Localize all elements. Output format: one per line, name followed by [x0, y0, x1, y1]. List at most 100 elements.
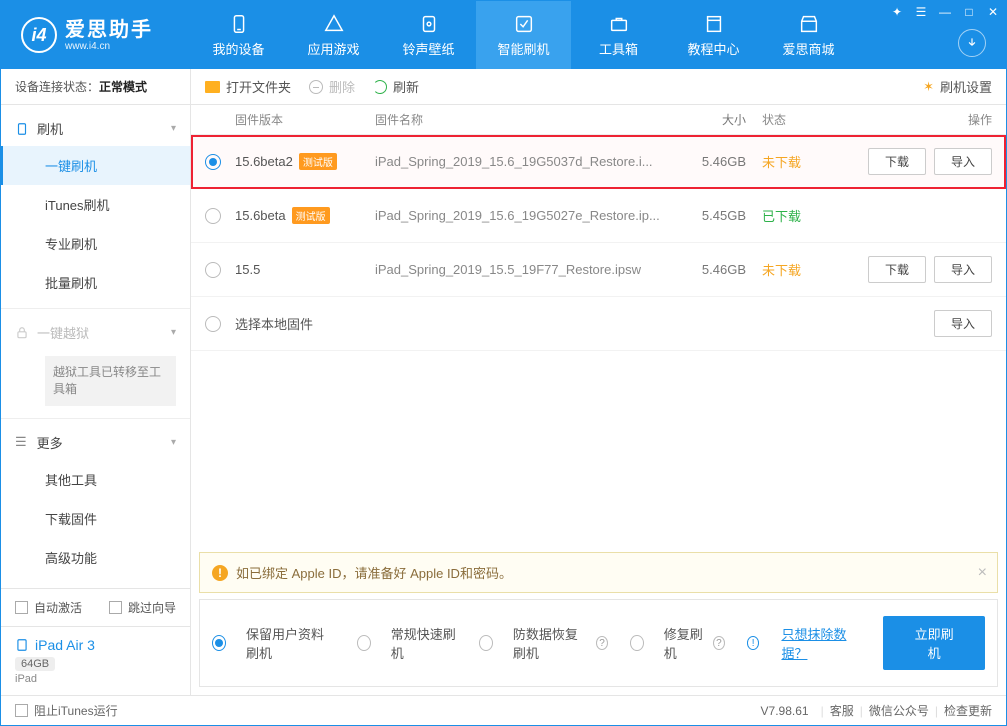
app-header: i4 爱思助手 www.i4.cn 我的设备 应用游戏 铃声壁纸 智能刷机 工具…: [1, 1, 1006, 69]
warning-icon: !: [212, 565, 228, 581]
option-radio[interactable]: [212, 635, 226, 651]
footer: 阻止iTunes运行 V7.98.61 |客服|微信公众号|检查更新: [1, 695, 1006, 725]
window-control[interactable]: ✕: [986, 5, 1000, 19]
nav-device[interactable]: 我的设备: [191, 1, 286, 69]
open-folder-button[interactable]: 打开文件夹: [205, 77, 291, 96]
sidebar-item-flash-3[interactable]: 批量刷机: [1, 263, 190, 302]
main-panel: 打开文件夹 删除 刷新 ✶ 刷机设置 固件版本 固件名称 大小 状态 操作 15: [191, 69, 1006, 695]
beta-badge: 测试版: [299, 153, 337, 170]
book-icon: [703, 13, 725, 35]
status-badge: 已下载: [762, 206, 842, 225]
sidebar-item-flash-2[interactable]: 专业刷机: [1, 224, 190, 263]
nav-book[interactable]: 教程中心: [666, 1, 761, 69]
device-icon: [228, 13, 250, 35]
nav-toolbox[interactable]: 工具箱: [571, 1, 666, 69]
sidebar-item-flash-1[interactable]: iTunes刷机: [1, 185, 190, 224]
status-badge: 未下载: [762, 260, 842, 279]
flash-option-3[interactable]: 修复刷机 ?: [630, 624, 725, 662]
close-icon[interactable]: ×: [978, 564, 987, 582]
import-button[interactable]: 导入: [934, 310, 992, 337]
window-control[interactable]: ✦: [890, 5, 904, 19]
row-radio[interactable]: [205, 208, 221, 224]
device-status: 设备连接状态： 正常模式: [1, 69, 190, 105]
refresh-button[interactable]: 刷新: [373, 77, 419, 96]
table-row: 15.5 iPad_Spring_2019_15.5_19F77_Restore…: [191, 243, 1006, 297]
delete-icon: [309, 80, 323, 94]
sidebar-item-more-0[interactable]: 其他工具: [1, 460, 190, 499]
sidebar: 设备连接状态： 正常模式 刷机 ▾ 一键刷机iTunes刷机专业刷机批量刷机 一…: [1, 69, 191, 695]
sidebar-item-more-2[interactable]: 高级功能: [1, 538, 190, 577]
firmware-name: iPad_Spring_2019_15.5_19F77_Restore.ipsw: [375, 262, 682, 277]
beta-badge: 测试版: [292, 207, 330, 224]
download-button[interactable]: 下载: [868, 256, 926, 283]
refresh-icon: [373, 80, 387, 94]
chevron-down-icon: ▾: [171, 123, 176, 134]
toolbar: 打开文件夹 删除 刷新 ✶ 刷机设置: [191, 69, 1006, 105]
download-button[interactable]: 下载: [868, 148, 926, 175]
nav-flash[interactable]: 智能刷机: [476, 1, 571, 69]
logo-icon: i4: [21, 17, 57, 53]
footer-link[interactable]: 微信公众号: [869, 704, 929, 718]
more-icon: ☰: [15, 434, 29, 450]
top-nav: 我的设备 应用游戏 铃声壁纸 智能刷机 工具箱 教程中心 爱思商城: [191, 1, 1006, 69]
version-label: V7.98.61: [761, 704, 809, 718]
flash-icon: [513, 13, 535, 35]
flash-option-2[interactable]: 防数据恢复刷机 ?: [479, 624, 608, 662]
folder-icon: [205, 81, 220, 93]
flash-settings-button[interactable]: ✶ 刷机设置: [923, 77, 992, 96]
firmware-name: iPad_Spring_2019_15.6_19G5027e_Restore.i…: [375, 208, 682, 223]
flash-option-1[interactable]: 常规快速刷机: [357, 624, 457, 662]
table-row: 15.6beta测试版 iPad_Spring_2019_15.6_19G502…: [191, 189, 1006, 243]
option-radio[interactable]: [357, 635, 371, 651]
apps-icon: [323, 13, 345, 35]
import-button[interactable]: 导入: [934, 148, 992, 175]
row-radio[interactable]: [205, 154, 221, 170]
help-icon[interactable]: ?: [596, 636, 608, 650]
erase-link[interactable]: 只想抹除数据？: [781, 624, 861, 662]
nav-apps[interactable]: 应用游戏: [286, 1, 381, 69]
app-title: 爱思助手: [65, 19, 153, 41]
logo: i4 爱思助手 www.i4.cn: [1, 17, 191, 53]
sidebar-item-more-1[interactable]: 下载固件: [1, 499, 190, 538]
sidebar-head-more[interactable]: ☰ 更多 ▾: [1, 425, 190, 460]
table-row: 15.6beta2测试版 iPad_Spring_2019_15.6_19G50…: [191, 135, 1006, 189]
help-icon[interactable]: ?: [713, 636, 725, 650]
chevron-down-icon: ▾: [171, 327, 176, 338]
delete-button: 删除: [309, 77, 355, 96]
sidebar-item-flash-0[interactable]: 一键刷机: [1, 146, 190, 185]
download-indicator-icon[interactable]: [958, 29, 986, 57]
status-badge: 未下载: [762, 152, 842, 171]
import-button[interactable]: 导入: [934, 256, 992, 283]
window-control[interactable]: ☰: [914, 5, 928, 19]
store-icon: [798, 13, 820, 35]
row-radio[interactable]: [205, 262, 221, 278]
option-radio[interactable]: [479, 635, 493, 651]
nav-store[interactable]: 爱思商城: [761, 1, 856, 69]
skip-guide-checkbox[interactable]: [109, 601, 122, 614]
device-info[interactable]: iPad Air 3 64GB iPad: [1, 626, 190, 695]
auto-activate-checkbox[interactable]: [15, 601, 28, 614]
help-icon[interactable]: !: [747, 636, 760, 650]
sidebar-head-flash[interactable]: 刷机 ▾: [1, 111, 190, 146]
footer-link[interactable]: 客服: [830, 704, 854, 718]
footer-link[interactable]: 检查更新: [944, 704, 992, 718]
toolbox-icon: [608, 13, 630, 35]
sidebar-head-jailbreak: 一键越狱 ▾: [1, 315, 190, 350]
firmware-name: iPad_Spring_2019_15.6_19G5037d_Restore.i…: [375, 154, 682, 169]
flash-options: 保留用户资料刷机 常规快速刷机 防数据恢复刷机 ? 修复刷机 ? ! 只想抹除数…: [199, 599, 998, 687]
app-subtitle: www.i4.cn: [65, 41, 153, 52]
flash-option-0[interactable]: 保留用户资料刷机: [212, 624, 335, 662]
start-flash-button[interactable]: 立即刷机: [883, 616, 985, 670]
chevron-down-icon: ▾: [171, 437, 176, 448]
window-control[interactable]: —: [938, 5, 952, 19]
block-itunes-checkbox[interactable]: [15, 704, 28, 717]
nav-music[interactable]: 铃声壁纸: [381, 1, 476, 69]
column-headers: 固件版本 固件名称 大小 状态 操作: [191, 105, 1006, 135]
row-radio[interactable]: [205, 316, 221, 332]
tablet-icon: [15, 638, 29, 652]
option-radio[interactable]: [630, 635, 644, 651]
jailbreak-note: 越狱工具已转移至工具箱: [45, 356, 176, 406]
storage-badge: 64GB: [15, 657, 55, 671]
window-control[interactable]: □: [962, 5, 976, 19]
gear-icon: ✶: [923, 79, 934, 95]
